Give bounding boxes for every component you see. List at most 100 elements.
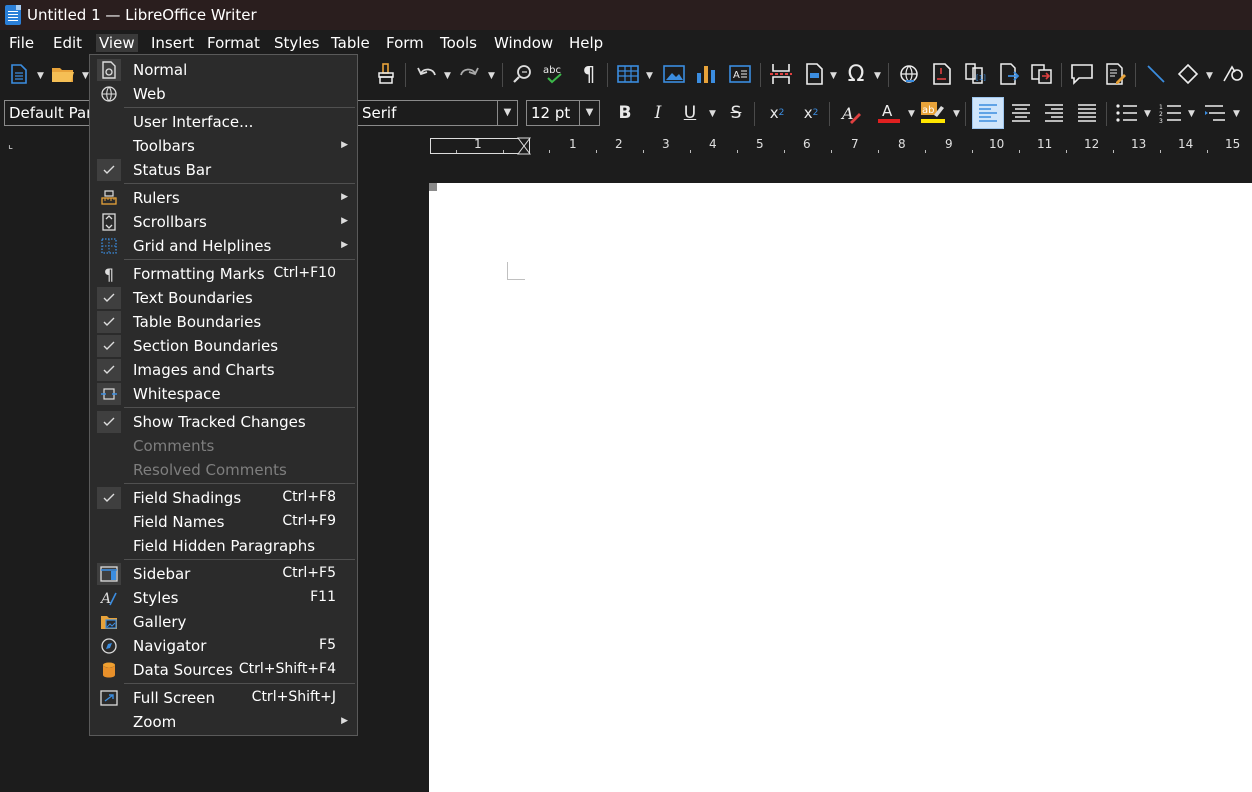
insert-text-box-icon[interactable]: A (727, 61, 753, 87)
insert-image-icon[interactable] (661, 61, 687, 87)
highlight-dropdown-chevron-icon[interactable]: ▼ (953, 109, 960, 119)
insert-page-break-icon[interactable] (768, 61, 794, 87)
shapes-dropdown-chevron-icon[interactable]: ▼ (1206, 71, 1213, 81)
align-right-icon[interactable] (1041, 100, 1067, 126)
indent-marker-icon[interactable] (517, 137, 531, 155)
menu-item-text-boundaries[interactable]: Text Boundaries (90, 286, 357, 310)
menu-item-scrollbars[interactable]: Scrollbars ▶ (90, 210, 357, 234)
menu-item-field-hidden-paragraphs[interactable]: Field Hidden Paragraphs (90, 534, 357, 558)
font-size-chevron-icon[interactable]: ▼ (579, 101, 599, 125)
special-character-dropdown-chevron-icon[interactable]: ▼ (874, 71, 881, 81)
menu-window[interactable]: Window (494, 34, 553, 52)
insert-line-icon[interactable] (1143, 61, 1169, 87)
menu-file[interactable]: File (9, 34, 34, 52)
menu-help[interactable]: Help (569, 34, 603, 52)
menu-item-user-interface[interactable]: User Interface... (90, 110, 357, 134)
menu-item-grid-and-helplines[interactable]: Grid and Helplines ▶ (90, 234, 357, 258)
superscript-icon[interactable]: x2 (764, 100, 790, 126)
insert-comment-icon[interactable] (1069, 61, 1095, 87)
new-dropdown-chevron-icon[interactable]: ▼ (37, 71, 44, 81)
undo-icon[interactable] (414, 61, 440, 87)
menu-item-section-boundaries[interactable]: Section Boundaries (90, 334, 357, 358)
open-folder-icon[interactable] (50, 61, 76, 87)
menu-format[interactable]: Format (207, 34, 260, 52)
menu-item-status-bar[interactable]: Status Bar (90, 158, 357, 182)
unordered-list-dropdown-chevron-icon[interactable]: ▼ (1144, 109, 1151, 119)
font-color-dropdown-chevron-icon[interactable]: ▼ (908, 109, 915, 119)
font-color-icon[interactable]: A (876, 100, 902, 126)
menu-item-show-tracked-changes[interactable]: Show Tracked Changes (90, 410, 357, 434)
font-name-combobox[interactable]: Serif ▼ (356, 100, 518, 126)
font-size-combobox[interactable]: 12 pt ▼ (526, 100, 600, 126)
clear-formatting-icon[interactable]: A (838, 100, 864, 126)
menu-item-toolbars[interactable]: Toolbars ▶ (90, 134, 357, 158)
menu-item-formatting-marks[interactable]: ¶ Formatting Marks Ctrl+F10 (90, 262, 357, 286)
insert-footnote-icon[interactable] (929, 61, 955, 87)
menu-styles[interactable]: Styles (274, 34, 320, 52)
menu-item-field-shadings[interactable]: Field Shadings Ctrl+F8 (90, 486, 357, 510)
insert-bookmark-icon[interactable] (1029, 61, 1055, 87)
align-center-icon[interactable] (1008, 100, 1034, 126)
insert-chart-icon[interactable] (693, 61, 719, 87)
field-dropdown-chevron-icon[interactable]: ▼ (830, 71, 837, 81)
insert-hyperlink-icon[interactable] (896, 61, 922, 87)
document-page[interactable] (429, 183, 1252, 792)
align-left-icon[interactable] (975, 100, 1001, 126)
find-replace-icon[interactable] (510, 61, 536, 87)
basic-shapes-icon[interactable] (1175, 61, 1201, 87)
menu-item-normal[interactable]: Normal (90, 58, 357, 82)
new-document-icon[interactable] (6, 61, 32, 87)
track-changes-icon[interactable] (1103, 61, 1129, 87)
justify-icon[interactable] (1074, 100, 1100, 126)
underline-dropdown-chevron-icon[interactable]: ▼ (709, 109, 716, 119)
redo-icon[interactable] (456, 61, 482, 87)
outline-list-icon[interactable] (1202, 100, 1228, 126)
unordered-list-icon[interactable] (1114, 100, 1140, 126)
tab-stop-selector-icon[interactable]: ⌞ (8, 138, 13, 151)
formatting-marks-icon[interactable]: ¶ (576, 61, 602, 87)
menu-item-data-sources[interactable]: Data Sources Ctrl+Shift+F4 (90, 658, 357, 682)
table-dropdown-chevron-icon[interactable]: ▼ (646, 71, 653, 81)
underline-icon[interactable]: U (677, 100, 703, 126)
spelling-icon[interactable]: abc (542, 61, 568, 87)
redo-dropdown-chevron-icon[interactable]: ▼ (488, 71, 495, 81)
special-character-icon[interactable]: Ω (843, 61, 869, 87)
insert-table-icon[interactable] (615, 61, 641, 87)
bold-icon[interactable]: B (612, 100, 638, 126)
toolbar-separator (1106, 102, 1107, 126)
insert-endnote-icon[interactable]: [1] (963, 61, 989, 87)
menu-item-zoom[interactable]: Zoom ▶ (90, 710, 357, 734)
menu-tools[interactable]: Tools (440, 34, 477, 52)
menu-item-web[interactable]: Web (90, 82, 357, 106)
italic-icon[interactable]: I (645, 100, 671, 126)
insert-cross-reference-icon[interactable] (997, 61, 1023, 87)
outline-list-dropdown-chevron-icon[interactable]: ▼ (1233, 109, 1240, 119)
menu-item-navigator[interactable]: Navigator F5 (90, 634, 357, 658)
subscript-icon[interactable]: x2 (798, 100, 824, 126)
menu-item-table-boundaries[interactable]: Table Boundaries (90, 310, 357, 334)
insert-field-icon[interactable] (802, 61, 828, 87)
menu-item-images-and-charts[interactable]: Images and Charts (90, 358, 357, 382)
menu-item-full-screen[interactable]: Full Screen Ctrl+Shift+J (90, 686, 357, 710)
menu-item-whitespace[interactable]: Whitespace (90, 382, 357, 406)
menu-separator (124, 559, 355, 560)
menu-item-sidebar[interactable]: Sidebar Ctrl+F5 (90, 562, 357, 586)
undo-dropdown-chevron-icon[interactable]: ▼ (444, 71, 451, 81)
menu-item-gallery[interactable]: Gallery (90, 610, 357, 634)
menu-item-field-names[interactable]: Field Names Ctrl+F9 (90, 510, 357, 534)
menu-insert[interactable]: Insert (151, 34, 194, 52)
menu-item-styles[interactable]: A Styles F11 (90, 586, 357, 610)
menu-item-rulers[interactable]: Rulers ▶ (90, 186, 357, 210)
ordered-list-dropdown-chevron-icon[interactable]: ▼ (1188, 109, 1195, 119)
menu-view[interactable]: View (96, 34, 138, 52)
menu-table[interactable]: Table (331, 34, 370, 52)
font-name-chevron-icon[interactable]: ▼ (497, 101, 517, 125)
menu-edit[interactable]: Edit (53, 34, 82, 52)
menu-form[interactable]: Form (386, 34, 424, 52)
clone-formatting-icon[interactable] (373, 61, 399, 87)
highlight-color-icon[interactable]: ab (920, 100, 946, 126)
ordered-list-icon[interactable]: 123 (1158, 100, 1184, 126)
strikethrough-icon[interactable]: S (723, 100, 749, 126)
show-draw-functions-icon[interactable] (1220, 61, 1246, 87)
open-dropdown-chevron-icon[interactable]: ▼ (82, 71, 89, 81)
